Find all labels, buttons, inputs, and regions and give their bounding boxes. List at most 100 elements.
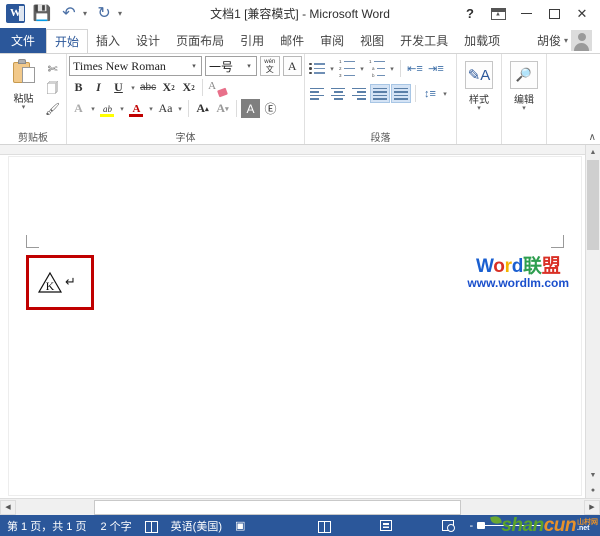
editing-chevron-down-icon[interactable]: ▾ (522, 105, 526, 112)
numbering-button[interactable]: 1 2 3 (337, 59, 357, 78)
underline-chevron-down-icon[interactable]: ▾ (129, 84, 137, 92)
zoom-out-button[interactable]: - (465, 520, 477, 532)
vertical-scroll-thumb[interactable] (587, 160, 599, 250)
tab-insert[interactable]: 插入 (88, 28, 128, 53)
text-highlight-button[interactable]: ab (98, 99, 117, 118)
font-size-chevron-down-icon[interactable]: ▾ (242, 62, 256, 70)
close-button[interactable]: ✕ (568, 2, 596, 26)
scroll-up-button[interactable]: ▲ (586, 145, 600, 160)
maximize-button[interactable] (540, 2, 568, 26)
bold-button[interactable]: B (69, 78, 88, 97)
minimize-button[interactable] (512, 2, 540, 26)
font-name-chevron-down-icon[interactable]: ▾ (187, 62, 201, 70)
page-nav-icon[interactable]: ● (586, 483, 600, 498)
tab-page-layout[interactable]: 页面布局 (168, 28, 232, 53)
tab-view[interactable]: 视图 (352, 28, 392, 53)
text-effects-button[interactable]: A (69, 99, 88, 118)
zoom-thumb[interactable] (477, 522, 486, 529)
bullets-chevron-down-icon[interactable]: ▾ (328, 65, 336, 73)
font-color-button[interactable]: A (127, 99, 146, 118)
horizontal-scroll-track[interactable] (16, 499, 584, 515)
tab-mailings[interactable]: 邮件 (272, 28, 312, 53)
font-size-combo[interactable]: 一号 ▾ (205, 56, 257, 76)
view-print-layout-button[interactable] (375, 518, 397, 534)
undo-dropdown-icon[interactable]: ▾ (83, 9, 87, 18)
scroll-right-button[interactable]: ▶ (584, 499, 600, 515)
distribute-button[interactable] (391, 84, 411, 103)
paste-button[interactable]: 粘贴 ▾ (4, 57, 43, 111)
character-shading-button[interactable]: A (241, 99, 260, 118)
help-button[interactable]: ? (456, 2, 484, 26)
tab-developer[interactable]: 开发工具 (392, 28, 456, 53)
multilevel-list-button[interactable]: 1 a b (367, 59, 387, 78)
window-controls: ? ✕ (456, 2, 600, 26)
text-effects-chevron-down-icon[interactable]: ▾ (89, 105, 97, 113)
customize-qat-icon[interactable]: ▾ (118, 9, 122, 18)
document-page[interactable]: K ↵ Word联盟 www.wordlm.com (8, 156, 582, 496)
change-case-button[interactable]: Aa (156, 99, 175, 118)
horizontal-scroll-thumb[interactable] (94, 499, 461, 515)
multilevel-chevron-down-icon[interactable]: ▾ (388, 65, 396, 73)
grow-font-button[interactable]: A ▴ (193, 99, 212, 118)
vertical-scrollbar[interactable]: ▲ ▼ ● (585, 145, 600, 498)
document-text[interactable]: K ↵ (37, 271, 76, 295)
line-spacing-button[interactable]: ↕≡ (420, 84, 440, 103)
clear-formatting-button[interactable]: A (207, 78, 229, 98)
view-web-layout-button[interactable] (437, 518, 459, 534)
collapse-ribbon-button[interactable]: ∧ (589, 132, 596, 143)
underline-button[interactable]: U (109, 78, 128, 97)
superscript-button[interactable]: X2 (179, 78, 198, 97)
font-name-combo[interactable]: Times New Roman ▾ (69, 56, 203, 76)
styles-chevron-down-icon[interactable]: ▾ (477, 105, 481, 112)
line-spacing-chevron-down-icon[interactable]: ▾ (441, 90, 449, 98)
account-chevron-down-icon[interactable]: ▾ (564, 36, 568, 45)
strikethrough-button[interactable]: abc (138, 78, 158, 97)
status-bar: 第 1 页，共 1 页 2 个字 英语(美国) ▣ - shancun 山村网 … (0, 514, 600, 536)
tab-home[interactable]: 开始 (46, 29, 89, 53)
tab-file[interactable]: 文件 (0, 28, 47, 53)
italic-button[interactable]: I (89, 78, 108, 97)
page-info[interactable]: 第 1 页，共 1 页 (0, 518, 93, 534)
macro-record-icon[interactable]: ▣ (229, 519, 251, 532)
font-color-chevron-down-icon[interactable]: ▾ (147, 105, 155, 113)
align-right-button[interactable] (349, 84, 369, 103)
bullets-button[interactable] (307, 59, 327, 78)
scroll-left-button[interactable]: ◀ (0, 499, 16, 515)
align-center-button[interactable] (328, 84, 348, 103)
format-painter-button[interactable]: 🖌 (43, 100, 62, 118)
redo-icon[interactable]: ↻ (94, 4, 114, 24)
tab-review[interactable]: 审阅 (312, 28, 352, 53)
justify-button[interactable] (370, 84, 390, 103)
character-border-button[interactable]: Ⓔ (261, 99, 280, 118)
change-case-chevron-down-icon[interactable]: ▾ (176, 105, 184, 113)
scroll-down-button[interactable]: ▼ (586, 468, 600, 483)
language-status[interactable]: 英语(美国) (164, 518, 229, 534)
ruler[interactable] (0, 145, 600, 155)
highlight-chevron-down-icon[interactable]: ▾ (118, 105, 126, 113)
styles-button[interactable]: ✎A 样式 ▾ (461, 57, 497, 112)
tab-addins[interactable]: 加载项 (456, 28, 508, 53)
decrease-indent-button[interactable]: ⇤≡ (405, 59, 425, 78)
horizontal-scrollbar[interactable]: ◀ ▶ (0, 498, 600, 515)
phonetic-guide-button[interactable]: wén 文 (260, 56, 280, 76)
save-icon[interactable]: 💾 (32, 4, 52, 24)
proofing-status-icon[interactable] (139, 520, 164, 533)
numbering-chevron-down-icon[interactable]: ▾ (358, 65, 366, 73)
undo-icon[interactable]: ↶ (59, 4, 79, 24)
align-left-button[interactable] (307, 84, 327, 103)
copy-button[interactable]: 🗍 (43, 80, 62, 98)
editing-button[interactable]: 🔎 编辑 ▾ (506, 57, 542, 112)
tab-references[interactable]: 引用 (232, 28, 272, 53)
cut-button[interactable]: ✄ (43, 60, 62, 78)
view-read-mode-button[interactable] (313, 518, 335, 534)
word-count[interactable]: 2 个字 (93, 518, 138, 534)
subscript-button[interactable]: X2 (159, 78, 178, 97)
shrink-font-button[interactable]: A ▾ (213, 99, 232, 118)
avatar[interactable] (571, 30, 592, 51)
enclose-characters-button[interactable]: A (282, 56, 302, 76)
tab-design[interactable]: 设计 (128, 28, 168, 53)
increase-indent-button[interactable]: ⇥≡ (426, 59, 446, 78)
paste-chevron-down-icon[interactable]: ▾ (22, 104, 26, 111)
vertical-scroll-track[interactable] (586, 250, 600, 468)
ribbon-display-options-button[interactable] (484, 2, 512, 26)
